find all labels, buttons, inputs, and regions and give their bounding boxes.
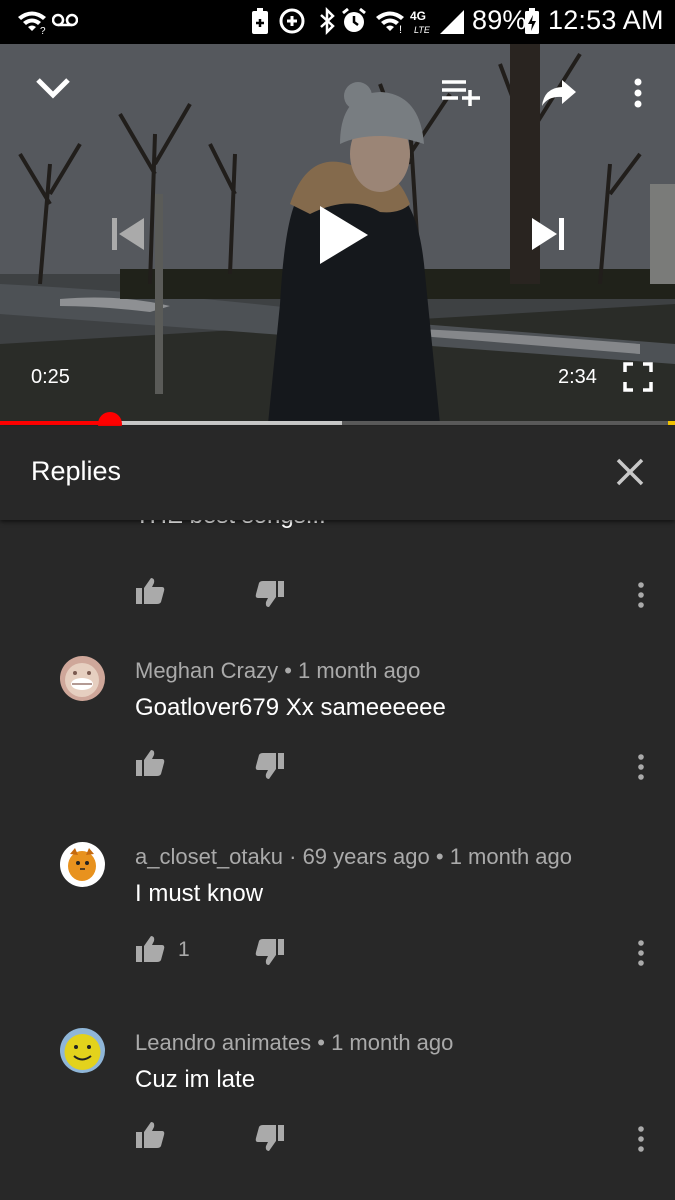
current-time: 0:25 [31, 366, 70, 388]
reply-author[interactable]: Leandro animates [135, 1030, 311, 1055]
replies-title: Replies [31, 456, 122, 486]
bluetooth-icon [316, 6, 338, 36]
meta-separator: · [283, 844, 303, 869]
more-vert-icon[interactable] [632, 78, 644, 110]
like-icon[interactable] [134, 934, 168, 966]
add-to-playlist-icon[interactable] [440, 78, 482, 108]
svg-text:4G: 4G [410, 9, 426, 23]
progress-end-marker [668, 421, 675, 425]
close-icon[interactable] [608, 450, 652, 494]
fox-avatar[interactable] [60, 842, 105, 887]
reply-text: I must know [135, 880, 264, 907]
reply-item: Leandro animates • 1 month ago Cuz im la… [0, 1028, 675, 1200]
replies-list[interactable]: THE best songs!!! Meghan Crazy • 1 month… [0, 520, 675, 1200]
video-player[interactable]: 0:25 2:34 [0, 44, 675, 424]
like-icon[interactable] [134, 748, 168, 780]
reply-meta: Leandro animates • 1 month ago [135, 1030, 453, 1056]
battery-saver-icon [250, 6, 270, 36]
dislike-icon[interactable] [254, 1123, 288, 1155]
reply-author[interactable]: Meghan Crazy [135, 658, 278, 683]
next-icon[interactable] [530, 215, 566, 253]
collapse-chevron-icon[interactable] [34, 76, 72, 100]
like-icon[interactable] [134, 576, 168, 608]
like-icon[interactable] [134, 1120, 168, 1152]
battery-percent: 89% [472, 5, 527, 35]
reply-time: 1 month ago [298, 658, 421, 683]
reply-time: 1 month ago [449, 844, 573, 869]
svg-text:LTE: LTE [414, 25, 431, 35]
reply-author-extra: 69 years ago [302, 844, 430, 869]
more-vert-icon[interactable] [628, 936, 654, 970]
wifi-icon: ? [16, 6, 48, 36]
wifi-signal-icon: ! [374, 6, 406, 36]
progress-played [0, 421, 111, 425]
data-saver-icon [278, 6, 306, 36]
previous-icon[interactable] [110, 215, 146, 253]
svg-text:!: ! [399, 24, 402, 36]
smiley-avatar[interactable] [60, 1028, 105, 1073]
dislike-icon[interactable] [254, 579, 288, 611]
dislike-icon[interactable] [254, 937, 288, 969]
face-avatar[interactable] [60, 656, 105, 701]
play-icon[interactable] [318, 204, 370, 266]
svg-text:?: ? [40, 26, 46, 36]
dislike-icon[interactable] [254, 751, 288, 783]
meta-separator: • [429, 844, 450, 869]
duration: 2:34 [558, 366, 597, 388]
clock: 12:53 AM [548, 5, 664, 35]
status-bar: ? ! 4G LTE 89% 12:53 AM [0, 0, 675, 44]
alarm-icon [340, 6, 368, 36]
reply-item-partial [0, 520, 675, 670]
replies-header: Replies [0, 426, 675, 520]
reply-meta: a_closet_otaku · 69 years ago • 1 month … [135, 844, 572, 870]
meta-separator: • [311, 1030, 332, 1055]
meta-separator: • [278, 658, 299, 683]
reply-time: 1 month ago [331, 1030, 454, 1055]
voicemail-icon [52, 12, 78, 28]
more-vert-icon[interactable] [628, 1122, 654, 1156]
more-vert-icon[interactable] [628, 750, 654, 784]
reply-item: Meghan Crazy • 1 month ago Goatlover679 … [0, 656, 675, 842]
reply-meta: Meghan Crazy • 1 month ago [135, 658, 420, 684]
battery-icon [524, 6, 540, 36]
fullscreen-icon[interactable] [623, 362, 653, 392]
reply-author[interactable]: a_closet_otaku [135, 844, 283, 869]
reply-item: a_closet_otaku · 69 years ago • 1 month … [0, 842, 675, 1028]
reply-text: Cuz im late [135, 1066, 256, 1093]
like-count: 1 [178, 938, 190, 961]
cell-signal-icon [438, 6, 466, 36]
more-vert-icon[interactable] [628, 578, 654, 612]
reply-text: Goatlover679 Xx sameeeeee [135, 694, 446, 721]
network-4g-icon: 4G LTE [408, 8, 436, 36]
share-icon[interactable] [540, 78, 578, 108]
